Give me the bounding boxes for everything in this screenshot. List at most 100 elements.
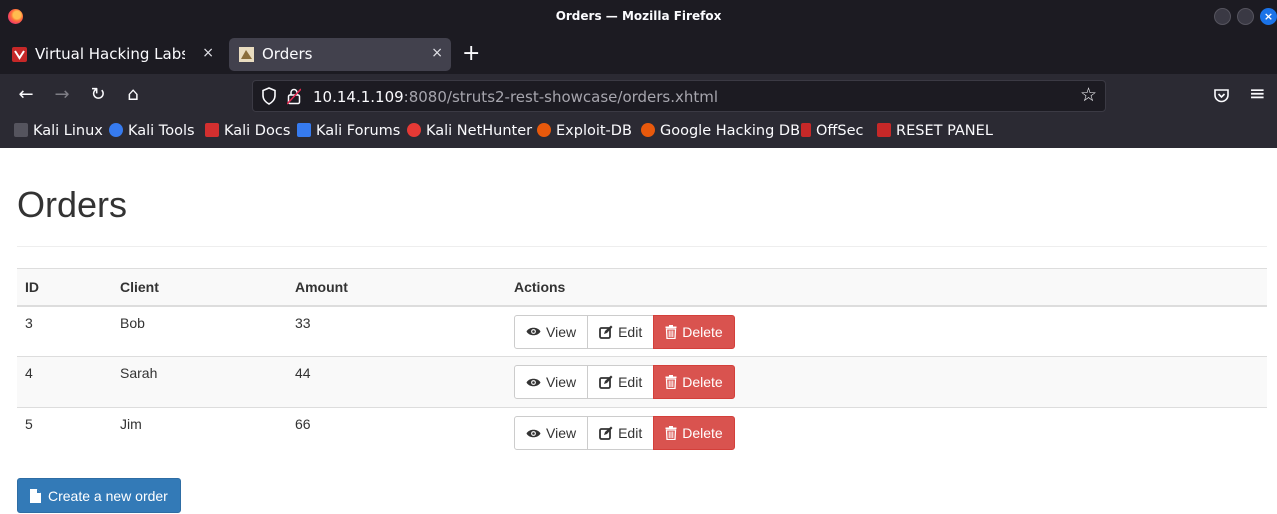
cell-id: 4	[17, 356, 112, 408]
bookmarks-toolbar: Kali Linux Kali Tools Kali Docs Kali For…	[0, 119, 1277, 148]
close-window-button[interactable]: ×	[1260, 8, 1277, 25]
bookmark-kali-nethunter[interactable]: Kali NetHunter	[407, 123, 532, 143]
page-title: Orders	[17, 184, 128, 225]
cell-actions: View Edit Delete	[506, 356, 1267, 408]
tab-virtual-hacking-labs[interactable]: Virtual Hacking Labs - Res ×	[2, 38, 222, 71]
bookmark-kali-forums[interactable]: Kali Forums	[297, 123, 400, 143]
eye-icon	[526, 378, 541, 386]
header-actions: Actions	[506, 268, 1267, 307]
edit-icon	[599, 325, 613, 339]
table-header-row: ID Client Amount Actions	[17, 268, 1267, 307]
cell-client: Bob	[112, 305, 287, 357]
action-button-group: View Edit Delete	[514, 416, 735, 450]
bookmark-label: Kali NetHunter	[426, 123, 533, 139]
edit-button[interactable]: Edit	[587, 365, 655, 399]
url-text[interactable]: 10.14.1.109:8080/struts2-rest-showcase/o…	[313, 88, 718, 106]
bookmark-label: Kali Forums	[316, 123, 401, 139]
cell-id: 3	[17, 305, 112, 357]
divider	[17, 246, 1267, 247]
edit-button[interactable]: Edit	[587, 314, 655, 349]
bookmark-label: RESET PANEL	[896, 123, 993, 139]
maximize-button[interactable]	[1237, 8, 1254, 25]
create-order-label: Create a new order	[48, 487, 168, 504]
cell-amount: 44	[287, 356, 506, 408]
orders-table: ID Client Amount Actions 3 Bob 33 View E…	[17, 268, 1267, 459]
pocket-icon[interactable]	[1213, 88, 1230, 104]
new-tab-button[interactable]: +	[462, 41, 480, 66]
bookmark-kali-tools[interactable]: Kali Tools	[109, 123, 195, 143]
bookmark-offsec[interactable]: OffSec	[801, 123, 864, 143]
cell-id: 5	[17, 407, 112, 459]
bookmark-kali-linux[interactable]: Kali Linux	[14, 123, 103, 143]
cell-amount: 33	[287, 305, 506, 357]
cell-client: Sarah	[112, 356, 287, 408]
delete-label: Delete	[682, 374, 723, 390]
window-title: Orders — Mozilla Firefox	[555, 9, 722, 23]
bookmark-label: Kali Docs	[224, 123, 291, 139]
cell-amount: 66	[287, 407, 506, 459]
edit-icon	[599, 375, 613, 389]
trash-icon	[665, 375, 677, 389]
ghdb-icon	[641, 123, 655, 137]
kali-forums-icon	[297, 123, 311, 137]
tab-close-icon[interactable]: ×	[431, 45, 443, 61]
bookmark-star-icon[interactable]: ☆	[1080, 84, 1097, 107]
eye-icon	[526, 429, 541, 437]
exploit-db-icon	[537, 123, 551, 137]
view-button[interactable]: View	[514, 416, 589, 450]
url-path: :8080/struts2-rest-showcase/orders.xhtml	[403, 88, 719, 106]
view-label: View	[546, 425, 577, 441]
tab-orders[interactable]: Orders ×	[229, 38, 451, 71]
file-icon	[30, 488, 41, 503]
trash-icon	[665, 324, 677, 339]
trash-icon	[665, 426, 677, 440]
reset-panel-icon	[877, 123, 891, 137]
table-row: 4 Sarah 44 View Edit Delete	[17, 356, 1267, 408]
bookmark-kali-docs[interactable]: Kali Docs	[205, 123, 290, 143]
bookmark-label: Kali Tools	[128, 123, 195, 139]
edit-label: Edit	[618, 374, 643, 390]
bookmark-label: Kali Linux	[33, 123, 103, 139]
tab-bar: Virtual Hacking Labs - Res × Orders × +	[0, 34, 1277, 74]
view-button[interactable]: View	[514, 314, 589, 349]
tracking-shield-icon[interactable]	[261, 87, 277, 105]
view-button[interactable]: View	[514, 365, 589, 399]
kali-docs-icon	[205, 123, 219, 137]
home-button[interactable]: ⌂	[121, 83, 145, 107]
back-button[interactable]: ←	[14, 83, 38, 107]
tab-label: Orders	[262, 45, 313, 63]
kali-dragon-icon	[14, 123, 28, 137]
edit-label: Edit	[618, 323, 643, 340]
header-client: Client	[112, 268, 287, 307]
insecure-lock-icon[interactable]	[287, 88, 301, 105]
header-id: ID	[17, 268, 112, 307]
view-label: View	[546, 374, 577, 390]
bookmark-exploit-db[interactable]: Exploit-DB	[537, 123, 632, 143]
tab-label: Virtual Hacking Labs - Res	[35, 45, 185, 63]
edit-label: Edit	[618, 425, 643, 441]
cell-actions: View Edit Delete	[506, 407, 1267, 459]
create-order-button[interactable]: Create a new order	[17, 478, 181, 513]
minimize-button[interactable]	[1214, 8, 1231, 25]
window-titlebar: Orders — Mozilla Firefox ×	[0, 0, 1277, 34]
delete-button[interactable]: Delete	[653, 314, 735, 349]
header-amount: Amount	[287, 268, 506, 307]
tab-close-icon[interactable]: ×	[202, 45, 214, 61]
delete-button[interactable]: Delete	[653, 416, 735, 450]
bookmark-google-hacking-db[interactable]: Google Hacking DB	[641, 123, 800, 143]
app-menu-button[interactable]: ≡	[1249, 81, 1266, 105]
delete-label: Delete	[682, 323, 723, 340]
reload-button[interactable]: ↻	[86, 83, 110, 107]
cell-client: Jim	[112, 407, 287, 459]
table-row: 5 Jim 66 View Edit Delete	[17, 407, 1267, 459]
offsec-icon	[801, 123, 811, 137]
bookmark-label: Google Hacking DB	[660, 123, 801, 139]
bookmark-reset-panel[interactable]: RESET PANEL	[877, 123, 993, 143]
edit-button[interactable]: Edit	[587, 416, 655, 450]
url-host: 10.14.1.109	[313, 88, 404, 106]
address-bar[interactable]: 10.14.1.109:8080/struts2-rest-showcase/o…	[252, 80, 1106, 112]
eye-icon	[526, 327, 541, 336]
delete-button[interactable]: Delete	[653, 365, 735, 399]
delete-label: Delete	[682, 425, 723, 441]
forward-button[interactable]: →	[50, 83, 74, 107]
